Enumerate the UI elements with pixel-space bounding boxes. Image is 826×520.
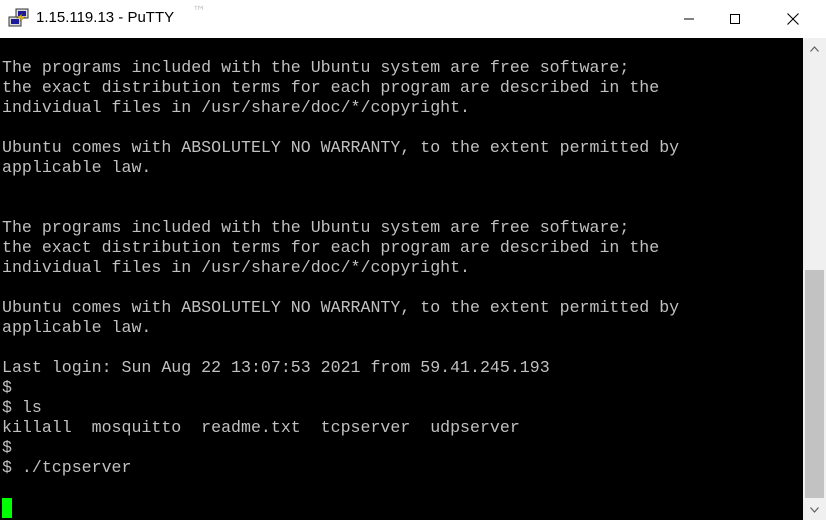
terminal-screen[interactable]: The programs included with the Ubuntu sy…: [0, 38, 803, 520]
terminal-line: Ubuntu comes with ABSOLUTELY NO WARRANTY…: [2, 138, 680, 157]
terminal-line: killall mosquitto readme.txt tcpserver u…: [2, 418, 520, 437]
terminal-line: Ubuntu comes with ABSOLUTELY NO WARRANTY…: [2, 298, 680, 317]
terminal-line: applicable law.: [2, 158, 152, 177]
trademark-mark: ™: [192, 4, 206, 20]
terminal-line: $ ls: [2, 398, 42, 417]
terminal-output: The programs included with the Ubuntu sy…: [2, 58, 679, 518]
terminal-line: $ ./tcpserver: [2, 458, 132, 477]
maximize-button[interactable]: [712, 0, 758, 38]
terminal-line: individual files in /usr/share/doc/*/cop…: [2, 98, 471, 117]
terminal-line: individual files in /usr/share/doc/*/cop…: [2, 258, 471, 277]
terminal-line: $: [2, 378, 12, 397]
title-bar[interactable]: 1.15.119.13 - PuTTY ™: [0, 0, 826, 38]
terminal-line: The programs included with the Ubuntu sy…: [2, 58, 630, 77]
terminal-cursor: [2, 498, 12, 518]
scrollbar-thumb[interactable]: [805, 270, 824, 498]
minimize-button[interactable]: [666, 0, 712, 38]
vertical-scrollbar[interactable]: [803, 38, 826, 520]
close-icon: [787, 13, 799, 25]
terminal-line: $: [2, 438, 12, 457]
terminal-line: the exact distribution terms for each pr…: [2, 238, 660, 257]
window-title: 1.15.119.13 - PuTTY: [36, 9, 175, 26]
close-button[interactable]: [770, 0, 816, 38]
terminal-line: the exact distribution terms for each pr…: [2, 78, 660, 97]
scroll-up-arrow-icon: [810, 45, 819, 52]
scroll-down-arrow-icon: [810, 506, 819, 513]
scroll-up-button[interactable]: [803, 38, 826, 59]
maximize-icon: [730, 14, 740, 24]
scroll-down-button[interactable]: [803, 499, 826, 520]
minimize-icon: [684, 18, 694, 20]
terminal-line: The programs included with the Ubuntu sy…: [2, 218, 630, 237]
terminal-line: Last login: Sun Aug 22 13:07:53 2021 fro…: [2, 358, 550, 377]
terminal-line: applicable law.: [2, 318, 152, 337]
putty-icon[interactable]: [8, 8, 30, 28]
